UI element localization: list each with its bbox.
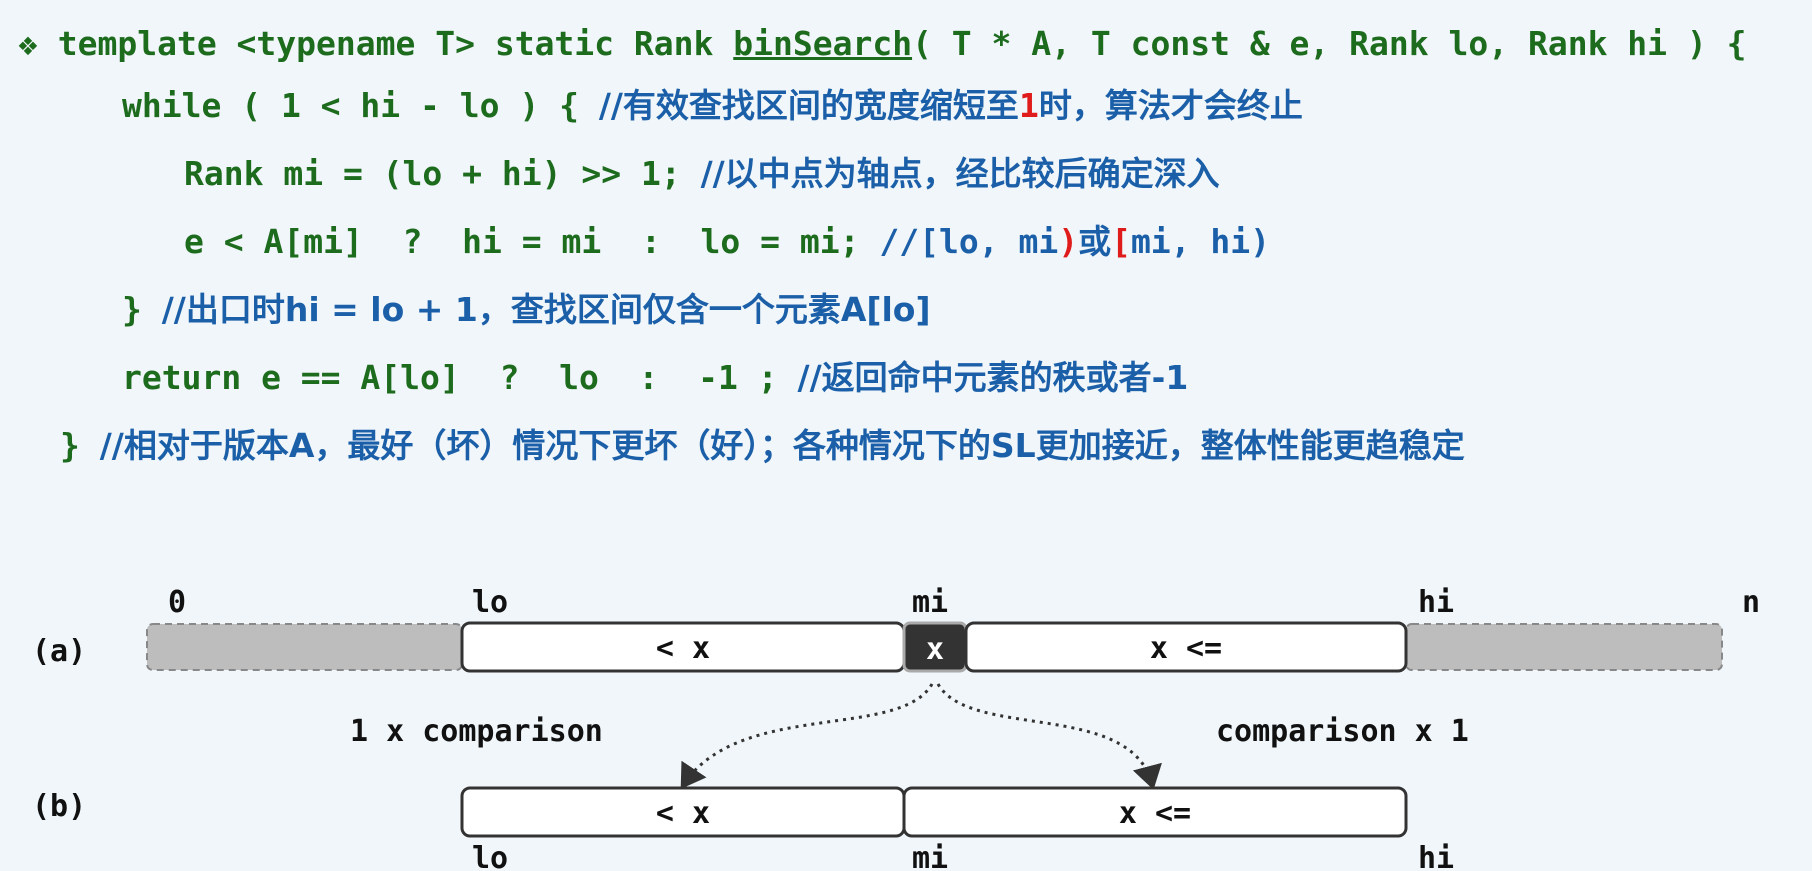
label-a: (a) bbox=[32, 634, 86, 669]
label-top-hi: hi bbox=[1418, 585, 1454, 620]
label-zero: 0 bbox=[168, 585, 186, 620]
arrow-left bbox=[680, 683, 934, 789]
caption-left: 1 x comparison bbox=[350, 714, 603, 749]
label-b: (b) bbox=[32, 789, 86, 824]
gray-region-left bbox=[146, 623, 463, 671]
box-b-left-label: < x bbox=[656, 796, 710, 831]
box-b-right-label: x <= bbox=[1119, 796, 1191, 831]
label-bottom-hi: hi bbox=[1418, 841, 1454, 871]
label-top-mi: mi bbox=[912, 585, 948, 620]
box-a-left-label: < x bbox=[656, 631, 710, 666]
caption-right: comparison x 1 bbox=[1216, 714, 1469, 749]
arrow-right bbox=[936, 683, 1162, 790]
box-a-right-label: x <= bbox=[1150, 631, 1222, 666]
gray-region-right bbox=[1405, 623, 1723, 671]
binsearch-diagram: 0 lo mi hi n (a) < x x x <= 1 x comparis… bbox=[32, 585, 1760, 871]
label-n: n bbox=[1742, 585, 1760, 620]
label-bottom-lo: lo bbox=[472, 841, 508, 871]
label-top-lo: lo bbox=[472, 585, 508, 620]
label-bottom-mi: mi bbox=[912, 841, 948, 871]
box-a-mid-label: x bbox=[926, 632, 944, 667]
